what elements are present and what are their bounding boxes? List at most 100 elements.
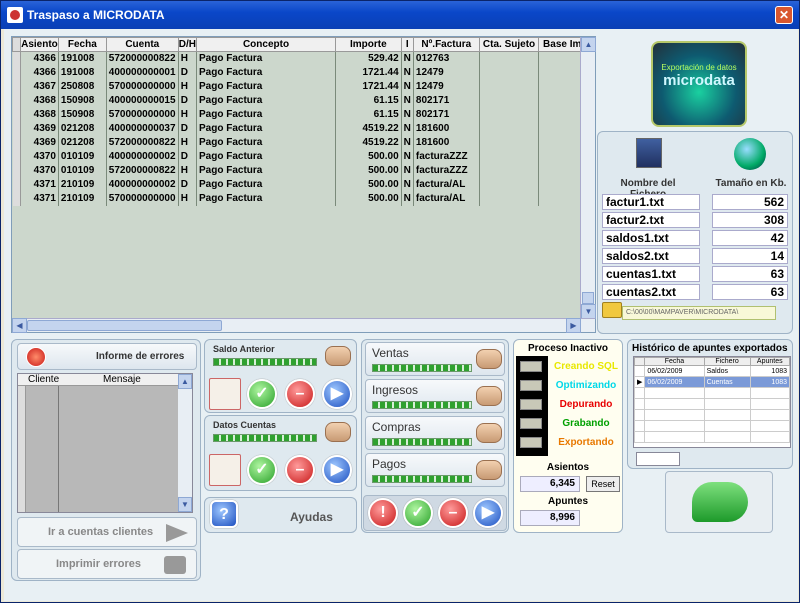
row-selector[interactable] <box>12 51 21 66</box>
datos-cancel-button[interactable]: – <box>285 455 315 485</box>
history-row-marker <box>634 398 646 410</box>
grid-horizontal-scrollbar[interactable]: ◀ ▶ <box>12 318 595 333</box>
grid-header-0[interactable]: Asiento <box>19 37 59 52</box>
grid-cell: 4367 <box>20 79 59 94</box>
grid-header-4[interactable]: Concepto <box>196 37 336 52</box>
cancel-button[interactable]: – <box>438 498 468 528</box>
grid-vertical-scrollbar[interactable]: ▲ ▼ <box>580 37 596 319</box>
table-row[interactable]: 4368 150908 570000000000 H Pago Factura 61.15… <box>12 107 595 122</box>
table-row[interactable]: 4369 021208 400000000037 D Pago Factura 4519.… <box>12 121 595 136</box>
hand-icon[interactable] <box>476 386 502 406</box>
saldo-next-button[interactable]: ▶ <box>322 379 352 409</box>
row-selector[interactable] <box>12 191 21 206</box>
grid-header-3[interactable]: D/H <box>177 37 198 52</box>
scroll-thumb[interactable] <box>582 292 594 304</box>
help-icon[interactable]: ? <box>210 500 238 528</box>
close-button[interactable]: ✕ <box>775 6 793 24</box>
logo-tagline: Exportación de datos <box>661 63 737 72</box>
file-size: 42 <box>712 230 788 246</box>
errors-scroll-down-icon[interactable]: ▼ <box>178 497 192 512</box>
table-row[interactable]: 4368 150908 400000000015 D Pago Factura 61.15… <box>12 93 595 108</box>
history-row[interactable] <box>634 420 790 432</box>
row-selector[interactable] <box>12 65 21 80</box>
run-button[interactable]: ✓ <box>403 498 433 528</box>
scroll-up-icon[interactable]: ▲ <box>581 37 596 52</box>
table-row[interactable]: 4370 010109 572000000822 H Pago Factura 500.0… <box>12 163 595 178</box>
print-errors-button[interactable]: Imprimir errores <box>17 549 197 579</box>
section-ingresos[interactable]: Ingresos <box>365 379 505 413</box>
file-name: saldos2.txt <box>602 248 700 264</box>
grid-header-1[interactable]: Fecha <box>57 37 107 52</box>
history-row[interactable]: 06/02/2009 Saldos 1083 <box>634 365 790 377</box>
table-row[interactable]: 4366 191008 572000000822 H Pago Factura 529.4… <box>12 51 595 66</box>
history-cell <box>644 420 705 432</box>
file-row: saldos1.txt 42 <box>602 230 788 246</box>
table-row[interactable]: 4370 010109 400000000002 D Pago Factura 500.0… <box>12 149 595 164</box>
grid-cell: facturaZZZ <box>413 163 480 178</box>
history-filter-input[interactable] <box>636 452 680 466</box>
history-header[interactable]: Apuntes <box>749 357 790 366</box>
datos-hand-icon[interactable] <box>325 422 351 442</box>
history-row[interactable] <box>634 387 790 399</box>
datos-next-button[interactable]: ▶ <box>322 455 352 485</box>
file-size: 14 <box>712 248 788 264</box>
hand-icon[interactable] <box>476 423 502 443</box>
row-selector[interactable] <box>12 177 21 192</box>
scroll-left-icon[interactable]: ◀ <box>12 318 27 333</box>
help-label[interactable]: Ayudas <box>290 510 333 524</box>
row-selector[interactable] <box>12 107 21 122</box>
row-selector[interactable] <box>12 79 21 94</box>
history-header[interactable]: Fecha <box>644 357 705 366</box>
errors-scrollbar[interactable]: ▲ ▼ <box>178 374 192 512</box>
row-selector[interactable] <box>12 135 21 150</box>
scroll-right-icon[interactable]: ▶ <box>566 318 581 333</box>
error-report-button[interactable]: Informe de errores <box>17 343 197 370</box>
table-row[interactable]: 4367 250808 570000000000 H Pago Factura 1721.… <box>12 79 595 94</box>
process-led <box>520 399 542 410</box>
row-selector[interactable] <box>12 149 21 164</box>
errors-list[interactable]: Cliente Mensaje ▲ ▼ <box>17 373 193 513</box>
reset-button[interactable]: Reset <box>586 476 620 492</box>
history-row[interactable] <box>634 409 790 421</box>
hand-icon[interactable] <box>476 460 502 480</box>
grid-header-7[interactable]: Nº.Factura <box>412 37 480 52</box>
section-compras[interactable]: Compras <box>365 416 505 450</box>
table-row[interactable]: 4366 191008 400000000001 D Pago Factura 1721.… <box>12 65 595 80</box>
next-button[interactable]: ▶ <box>473 498 503 528</box>
row-selector[interactable] <box>12 121 21 136</box>
saldo-cancel-button[interactable]: – <box>285 379 315 409</box>
hand-icon[interactable] <box>476 349 502 369</box>
table-row[interactable]: 4371 210109 570000000000 H Pago Factura 500.0… <box>12 191 595 206</box>
hscroll-thumb[interactable] <box>27 320 222 331</box>
row-selector[interactable] <box>12 163 21 178</box>
grid-header-2[interactable]: Cuenta <box>105 37 179 52</box>
export-path-field[interactable]: C:\00\00\MAMPAVER\MICRODATA\ <box>622 306 776 320</box>
history-header[interactable]: Fichero <box>703 357 751 366</box>
goto-clients-button[interactable]: Ir a cuentas clientes <box>17 517 197 547</box>
history-table-box[interactable]: Fecha Fichero Apuntes 06/02/2009 Saldos 1083 ▶… <box>633 356 791 448</box>
saldo-accept-button[interactable]: ✓ <box>247 379 277 409</box>
stop-button[interactable]: ! <box>368 498 398 528</box>
datos-accept-button[interactable]: ✓ <box>247 455 277 485</box>
table-row[interactable]: 4371 210109 400000000002 D Pago Factura 500.0… <box>12 177 595 192</box>
grid-cell: 191008 <box>58 51 107 66</box>
file-name: saldos1.txt <box>602 230 700 246</box>
errors-scroll-up-icon[interactable]: ▲ <box>178 374 192 389</box>
spacer <box>700 284 712 300</box>
saldo-hand-icon[interactable] <box>325 346 351 366</box>
history-row[interactable] <box>634 398 790 410</box>
section-pagos[interactable]: Pagos <box>365 453 505 487</box>
scroll-down-icon[interactable]: ▼ <box>581 304 596 319</box>
folder-icon[interactable] <box>602 302 622 318</box>
row-selector[interactable] <box>12 93 21 108</box>
section-ventas[interactable]: Ventas <box>365 342 505 376</box>
history-cell <box>703 409 751 421</box>
grid-header-5[interactable]: Importe <box>335 37 402 52</box>
table-row[interactable]: 4369 021208 572000000822 H Pago Factura 4519.… <box>12 135 595 150</box>
exit-button[interactable] <box>665 471 773 533</box>
grid-header-8[interactable]: Cta. Sujeto <box>478 37 540 52</box>
history-row[interactable] <box>634 431 790 443</box>
entries-grid[interactable]: Asiento Fecha Cuenta D/H Concepto Importe I Nº.… <box>11 36 596 333</box>
grid-header-6[interactable]: I <box>400 37 414 52</box>
history-row[interactable]: ▶ 06/02/2009 Cuentas 1083 <box>634 376 790 388</box>
